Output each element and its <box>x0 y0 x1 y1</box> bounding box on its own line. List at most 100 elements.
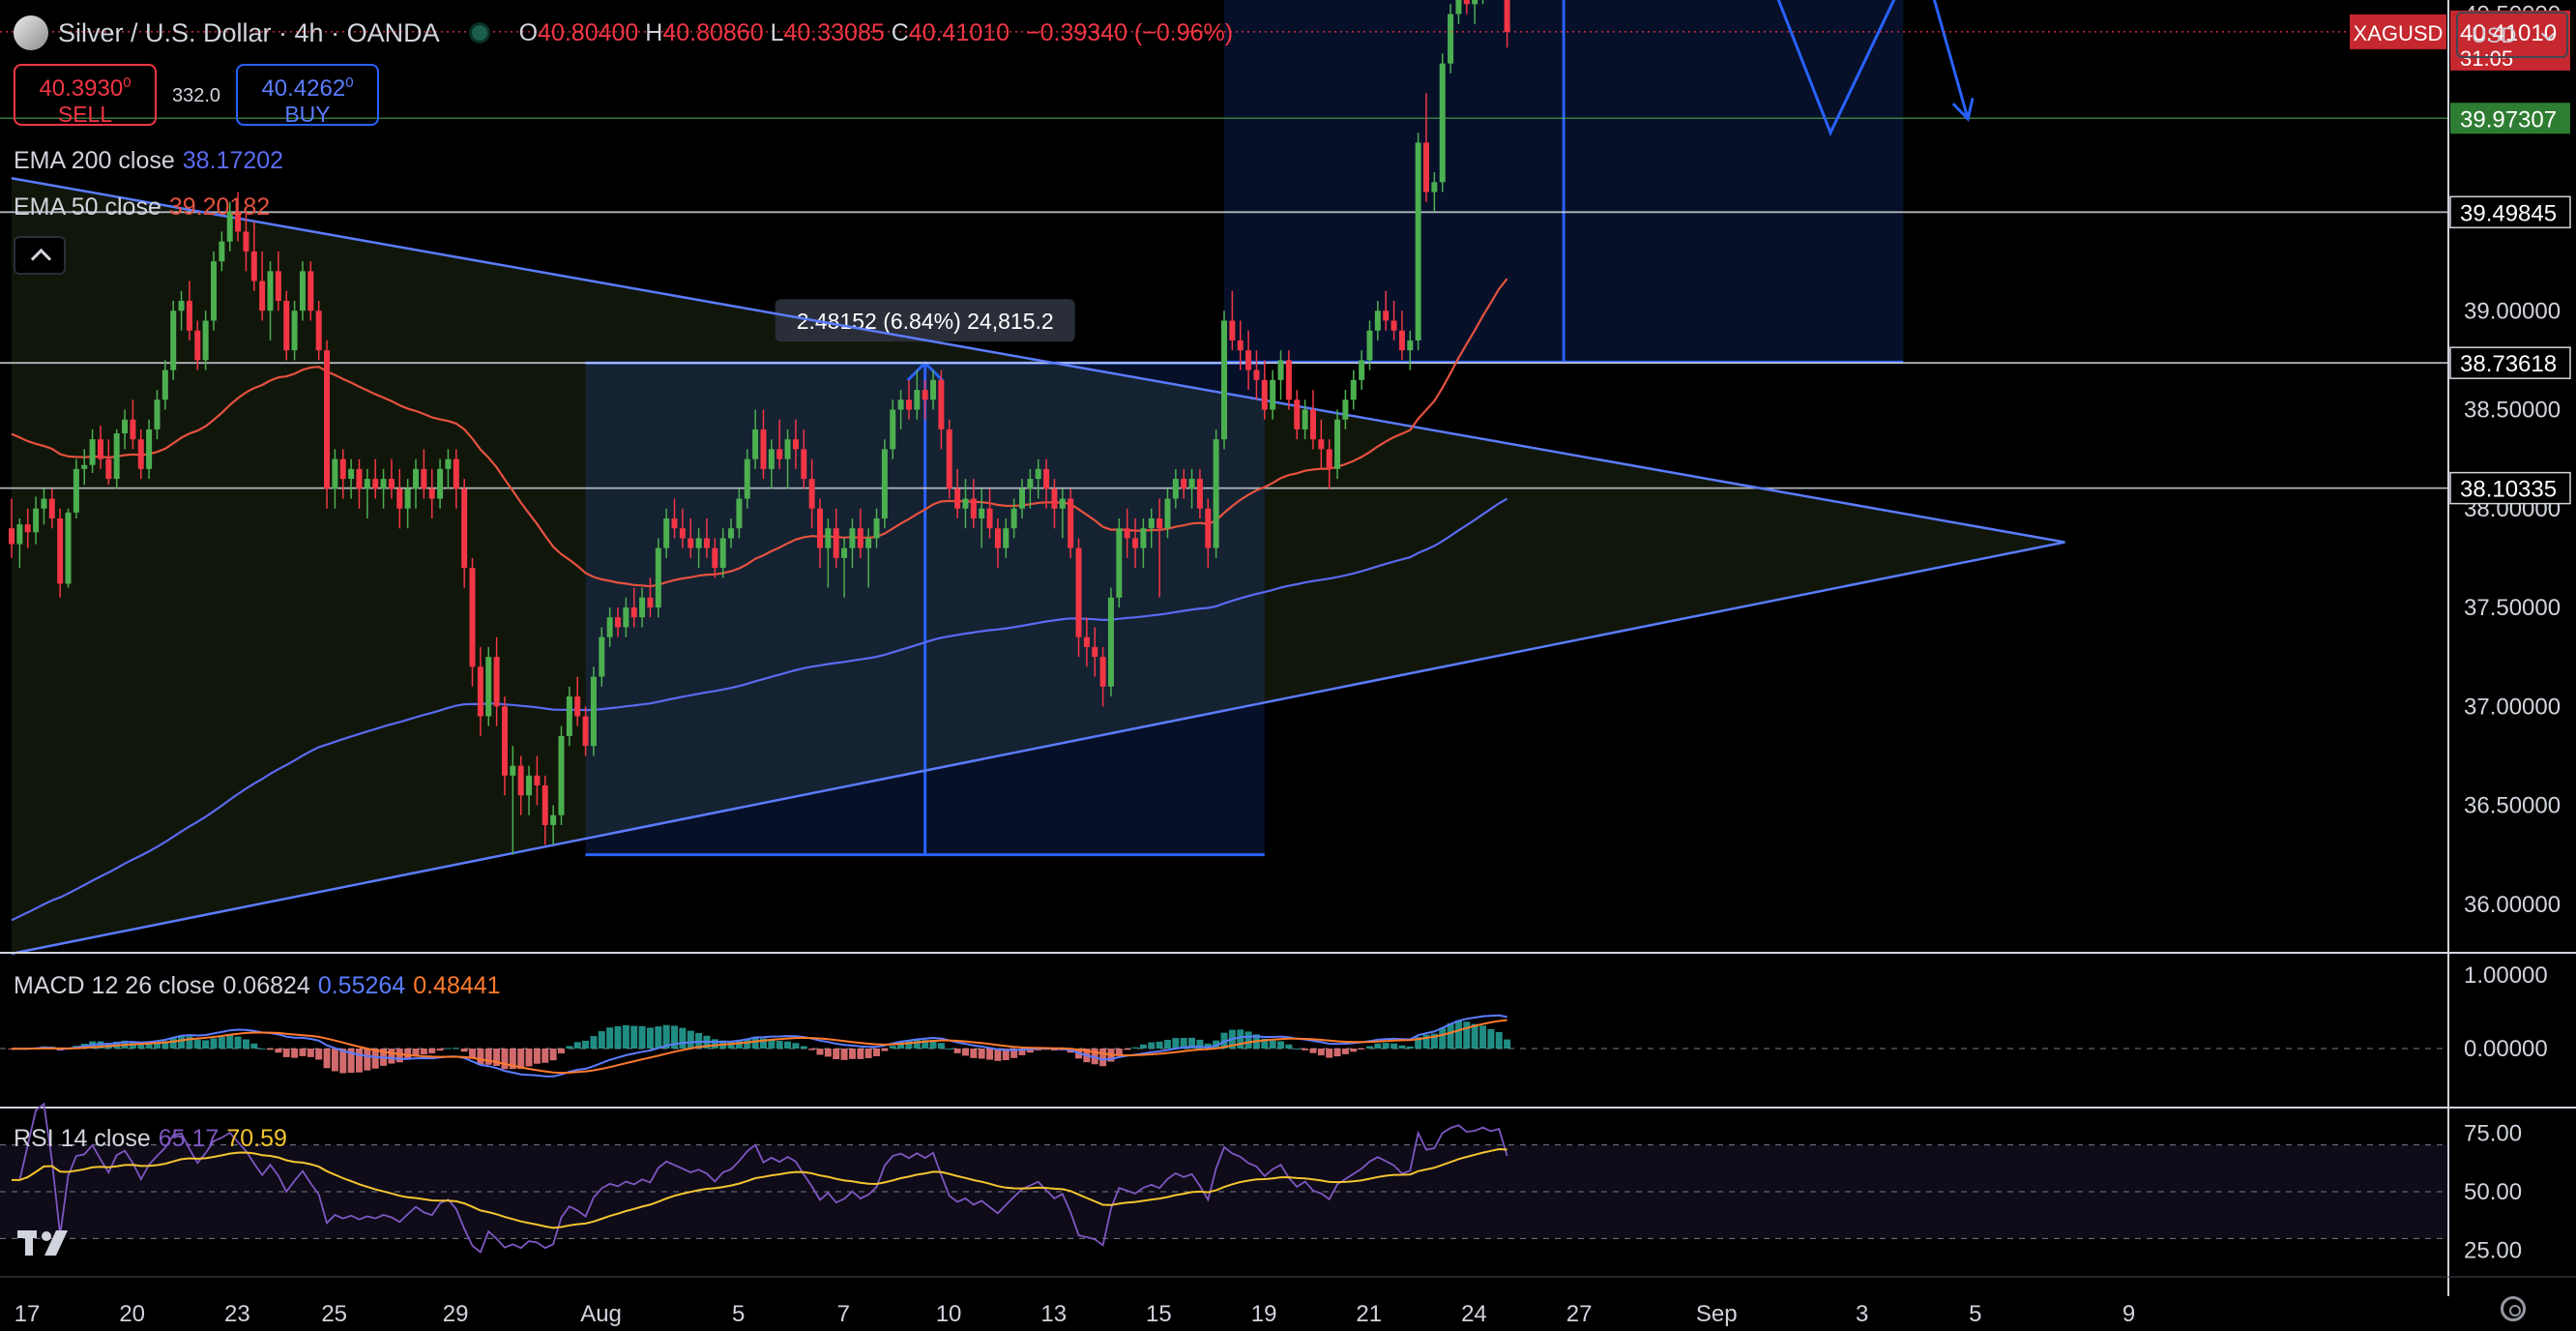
tradingview-logo[interactable] <box>17 1225 81 1259</box>
candle-body <box>679 528 686 539</box>
candle-body <box>517 765 524 796</box>
rsi-legend[interactable]: RSI 14 close 65.17 70.59 <box>14 1125 287 1153</box>
candle <box>211 251 217 331</box>
macd-histogram-bar <box>622 1024 629 1049</box>
candle-body <box>89 439 96 465</box>
macd-histogram-bar <box>291 1049 299 1058</box>
macd-histogram-bar <box>501 1049 509 1070</box>
candle-body <box>857 528 864 548</box>
candle-body <box>170 311 177 370</box>
candle-body <box>954 488 961 509</box>
candle-body <box>259 281 266 311</box>
macd-histogram-bar <box>557 1049 565 1054</box>
macd-histogram-bar <box>800 1046 807 1049</box>
macd-histogram-bar <box>1447 1022 1454 1049</box>
ema200-legend[interactable]: EMA 200 close 38.17202 <box>14 147 283 175</box>
macd-histogram-bar <box>1471 1023 1478 1049</box>
candle-body <box>41 498 47 509</box>
candle-body <box>1294 399 1301 429</box>
macd-histogram-bar <box>1479 1025 1487 1049</box>
candle <box>324 340 331 509</box>
candle-body <box>695 538 702 548</box>
time-tick-label: 20 <box>119 1301 145 1327</box>
candle-body <box>97 439 103 459</box>
macd-histogram-bar <box>218 1036 225 1049</box>
candle-body <box>1092 646 1098 658</box>
time-tick-label: 10 <box>936 1301 962 1327</box>
candle-body <box>703 538 710 548</box>
macd-histogram-bar <box>961 1049 969 1056</box>
candle-body <box>639 597 646 618</box>
candle-body <box>566 696 572 736</box>
ema200-name: EMA 200 close <box>14 147 175 174</box>
macd-legend[interactable]: MACD 12 26 close 0.06824 0.55264 0.48441 <box>14 972 501 1000</box>
collapse-legend-button[interactable] <box>14 236 66 275</box>
candle-body <box>453 458 459 489</box>
rsi-ma-value: 70.59 <box>226 1125 287 1152</box>
candle-body <box>372 479 379 489</box>
macd-histogram-bar <box>1148 1042 1156 1049</box>
candle-body <box>178 301 185 311</box>
sell-button[interactable]: 40.39300 SELL <box>14 64 157 127</box>
candle-body <box>1423 142 1429 192</box>
candle-body <box>1350 379 1357 400</box>
macd-histogram-bar <box>477 1049 484 1066</box>
change-value: −0.39340 (−0.96%) <box>1026 18 1234 46</box>
close-value: 40.41010 <box>908 18 1010 46</box>
candle-body <box>994 528 1001 548</box>
macd-histogram-bar <box>1406 1046 1414 1049</box>
candle-body <box>24 524 31 533</box>
macd-histogram-bar <box>1504 1039 1511 1049</box>
candle-body <box>1504 0 1510 32</box>
candle-body <box>1107 597 1114 687</box>
candle-body <box>364 479 370 489</box>
macd-histogram-bar <box>573 1042 581 1049</box>
macd-histogram-bar <box>1302 1049 1309 1050</box>
candle <box>655 538 661 618</box>
macd-histogram-bar <box>234 1036 242 1049</box>
candle-body <box>938 379 945 429</box>
candle-body <box>1463 0 1470 5</box>
macd-histogram-bar <box>210 1038 218 1049</box>
macd-histogram-bar <box>784 1041 792 1049</box>
gear-icon[interactable] <box>2501 1296 2526 1321</box>
candle-body <box>752 429 759 459</box>
candle-body <box>590 676 597 747</box>
silver-coin-icon <box>14 15 48 50</box>
macd-histogram-bar <box>953 1049 961 1053</box>
candle-body <box>688 538 694 548</box>
candle-body <box>808 479 815 509</box>
candle-body <box>307 271 314 311</box>
candle-body <box>582 716 589 747</box>
macd-histogram-bar <box>307 1049 314 1057</box>
price-chart[interactable]: 2.48152 (6.84%) 24,815.2 2.48152 (6.40%) … <box>0 0 2576 1331</box>
symbol-header: Silver / U.S. Dollar · 4h · OANDA O40.80… <box>14 14 1233 52</box>
candle-body <box>461 488 468 569</box>
buy-button[interactable]: 40.42620 BUY <box>236 64 379 127</box>
macd-histogram-bar <box>444 1048 452 1050</box>
macd-histogram-bar <box>542 1049 549 1063</box>
time-tick-label: 7 <box>837 1301 850 1327</box>
currency-select[interactable]: USD <box>2456 12 2568 58</box>
time-tick-label: 17 <box>15 1301 41 1327</box>
macd-histogram-bar <box>145 1044 153 1049</box>
candle-body <box>356 468 363 489</box>
candle-body <box>1261 379 1268 410</box>
candle <box>283 290 290 361</box>
symbol-title[interactable]: Silver / U.S. Dollar · 4h · OANDA <box>58 18 440 48</box>
macd-histogram-bar <box>331 1049 338 1072</box>
macd-histogram-bar <box>857 1049 864 1059</box>
macd-hist-value: 0.06824 <box>222 972 310 999</box>
candle-body <box>211 261 217 321</box>
macd-histogram-bar <box>1398 1045 1406 1049</box>
ema50-legend[interactable]: EMA 50 close 39.20182 <box>14 193 270 222</box>
ema50-name: EMA 50 close <box>14 193 161 221</box>
candle-body <box>202 320 209 361</box>
candle-body <box>81 464 88 469</box>
price-tick-label: 39.00000 <box>2464 298 2561 324</box>
macd-histogram-bar <box>323 1049 331 1069</box>
candle-body <box>1221 320 1227 440</box>
candle-body <box>897 399 904 410</box>
symbol-tag: XAGUSD <box>2354 21 2444 45</box>
candle-body <box>817 508 823 548</box>
